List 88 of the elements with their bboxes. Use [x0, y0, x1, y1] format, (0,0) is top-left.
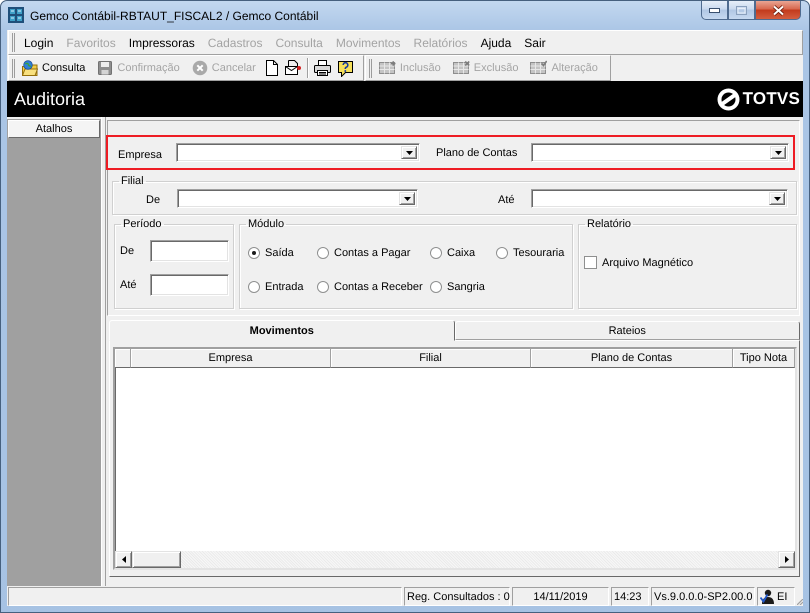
checkbox-icon[interactable]	[584, 256, 597, 269]
input-field[interactable]	[150, 274, 229, 296]
dropdown-button[interactable]	[399, 192, 415, 205]
status-panel: Vs.9.0.0.0-SP2.00.0	[651, 587, 755, 606]
scrollbar-thumb[interactable]	[132, 551, 181, 568]
table-cross-icon	[452, 60, 470, 76]
maximize-icon	[736, 6, 747, 14]
radio-option[interactable]: Saída	[248, 243, 317, 263]
status-panel: Reg. Consultados : 0	[404, 587, 510, 606]
envelope-document-icon	[284, 60, 302, 76]
field-label: Até	[498, 193, 516, 206]
group-title: Filial	[120, 175, 145, 188]
grip-handle[interactable]	[368, 58, 372, 78]
dropdown-button[interactable]	[769, 192, 785, 205]
group-title: Relatório	[586, 218, 632, 231]
header-title: Auditoria	[14, 88, 86, 110]
app-icon	[8, 7, 24, 23]
help-icon	[336, 60, 354, 76]
cancel-icon	[192, 60, 208, 76]
radio-option[interactable]: Tesouraria	[496, 243, 572, 263]
radio-option[interactable]: Sangria	[430, 277, 496, 297]
table-plus-icon	[378, 60, 396, 76]
radio-icon[interactable]	[317, 247, 329, 259]
group-title: Módulo	[247, 218, 286, 231]
minimize-button[interactable]	[701, 1, 728, 20]
field-label: De	[120, 245, 136, 257]
caret-icon	[404, 196, 410, 200]
radio-option[interactable]: Contas a Pagar	[317, 243, 430, 263]
printer-icon	[314, 60, 331, 76]
scroll-left-button[interactable]	[115, 551, 132, 568]
dropdown-button[interactable]	[401, 146, 417, 159]
tab[interactable]: Movimentos	[109, 320, 454, 341]
tab[interactable]: Rateios	[454, 321, 800, 340]
shortcuts-button[interactable]: Atalhos	[8, 120, 100, 138]
grip-handle[interactable]	[12, 58, 15, 78]
menu-item[interactable]: Login	[18, 34, 60, 52]
caret-icon	[406, 150, 412, 154]
window-title: Gemco Contábil-RBTAUT_FISCAL2 / Gemco Contábil	[30, 9, 319, 23]
grip-handle[interactable]	[12, 33, 15, 52]
dropdown-field[interactable]	[531, 189, 788, 208]
radio-icon[interactable]	[496, 247, 508, 259]
menu-item[interactable]: Impressoras	[122, 34, 201, 52]
person-icon	[760, 589, 776, 604]
radio-option[interactable]: Entrada	[248, 277, 317, 297]
radio-option[interactable]: Contas a Receber	[317, 277, 430, 297]
maximize-button[interactable]	[728, 1, 755, 20]
close-button[interactable]	[755, 1, 801, 20]
toolbar-button[interactable]: Consulta	[16, 57, 92, 79]
scrollbar-track[interactable]	[115, 551, 795, 568]
caret-icon	[774, 150, 782, 154]
column-header[interactable]: Tipo Nota	[733, 349, 795, 368]
logo-text: TOTVS	[742, 89, 800, 109]
checkbox-option[interactable]: Arquivo Magnético	[584, 256, 796, 269]
field-label: Empresa	[118, 148, 164, 160]
status-text: EI	[777, 590, 788, 602]
column-header[interactable]: Empresa	[131, 349, 331, 368]
logo-icon	[716, 88, 740, 110]
field-label: Até	[120, 279, 138, 291]
radio-option[interactable]: Caixa	[430, 243, 496, 263]
radio-icon[interactable]	[430, 247, 442, 259]
column-header[interactable]: Filial	[331, 349, 531, 368]
dropdown-field[interactable]	[176, 143, 420, 162]
dropdown-field[interactable]	[177, 189, 418, 208]
dropdown-button[interactable]	[770, 146, 786, 159]
input-field[interactable]	[150, 240, 229, 262]
left-arrow-icon	[122, 556, 126, 563]
status-panel: 14/11/2019	[512, 587, 609, 606]
radio-icon[interactable]	[430, 281, 442, 293]
radio-icon[interactable]	[248, 247, 260, 259]
folder-globe-icon	[22, 60, 38, 76]
size-grip-icon[interactable]	[797, 599, 803, 605]
dropdown-field[interactable]	[531, 143, 789, 162]
menu-item[interactable]: Sair	[518, 34, 552, 52]
caret-icon	[774, 196, 780, 200]
radio-icon[interactable]	[317, 281, 329, 293]
field-label: De	[146, 193, 162, 206]
radio-icon[interactable]	[248, 281, 260, 293]
field-label: Plano de Contas	[436, 146, 518, 158]
minimize-icon	[709, 8, 720, 12]
status-panel: 14:23	[611, 587, 649, 606]
close-icon	[772, 4, 784, 16]
document-icon	[264, 60, 279, 76]
menu-item[interactable]: Ajuda	[474, 34, 518, 52]
table-check-icon	[530, 60, 548, 76]
scroll-right-button[interactable]	[778, 551, 795, 568]
column-header[interactable]: Plano de Contas	[531, 349, 733, 368]
group-title: Período	[122, 218, 163, 231]
right-arrow-icon	[784, 556, 788, 563]
